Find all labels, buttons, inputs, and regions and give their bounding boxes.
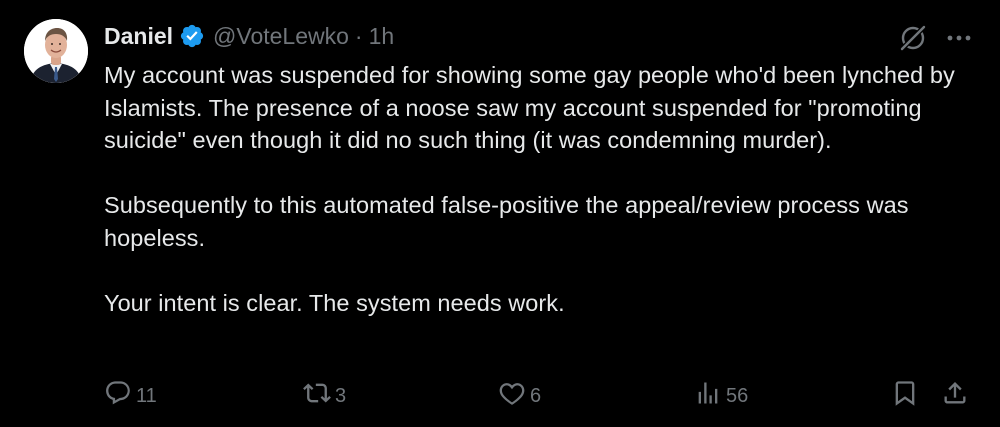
repost-count: 3 (335, 384, 347, 407)
views-button[interactable]: 56 (694, 378, 748, 414)
grok-icon[interactable] (898, 23, 928, 53)
reply-icon (104, 379, 132, 413)
reply-button[interactable]: 11 (104, 378, 157, 414)
tweet-text: My account was suspended for showing som… (104, 59, 984, 319)
repost-icon (303, 379, 331, 413)
share-icon (941, 379, 969, 413)
timestamp[interactable]: 1h (369, 23, 395, 50)
tweet-paragraph: My account was suspended for showing som… (104, 62, 955, 153)
verified-badge-icon[interactable] (179, 23, 205, 49)
views-chart-icon (694, 379, 722, 413)
heart-icon (498, 379, 526, 413)
tweet-header: Daniel @VoteLewko · 1h (104, 20, 394, 52)
like-count: 6 (530, 384, 542, 407)
action-bar: 11 3 6 56 (0, 378, 1000, 414)
reply-count: 11 (136, 384, 157, 407)
repost-button[interactable]: 3 (303, 378, 346, 414)
handle[interactable]: @VoteLewko (213, 23, 349, 50)
views-count: 56 (726, 384, 749, 407)
tweet[interactable]: Daniel @VoteLewko · 1h My account was su… (0, 0, 1000, 427)
tweet-paragraph: Subsequently to this automated false-pos… (104, 192, 909, 251)
bookmark-button[interactable] (891, 378, 919, 414)
display-name[interactable]: Daniel (104, 23, 173, 50)
more-icon[interactable] (944, 26, 974, 50)
avatar[interactable] (24, 19, 88, 83)
separator: · (354, 22, 363, 49)
share-button[interactable] (941, 378, 969, 414)
bookmark-icon (891, 379, 919, 413)
tweet-paragraph: Your intent is clear. The system needs w… (104, 289, 565, 316)
like-button[interactable]: 6 (498, 378, 541, 414)
